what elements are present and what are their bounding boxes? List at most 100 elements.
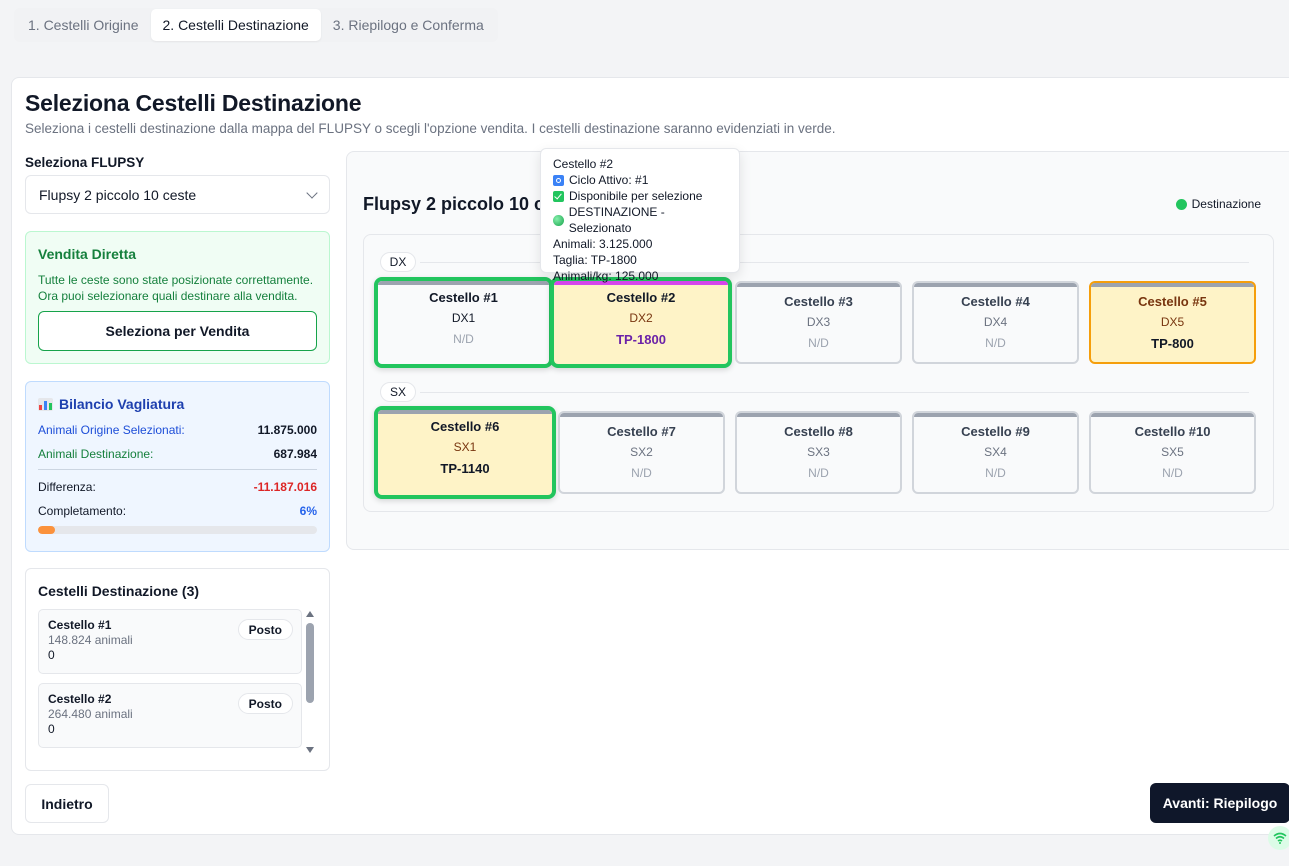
differenza-value: -11.187.016 — [253, 480, 317, 494]
basket-cestello-1[interactable]: Cestello #1 DX1 N/D — [374, 277, 553, 368]
basket-name: Cestello #7 — [607, 424, 676, 439]
seleziona-vendita-button[interactable]: Seleziona per Vendita — [38, 311, 317, 351]
flupsy-select[interactable]: Flupsy 2 piccolo 10 ceste — [25, 175, 330, 214]
tooltip-animali: Animali: 3.125.000 — [553, 237, 653, 251]
basket-cestello-8[interactable]: Cestello #8 SX3 N/D — [735, 411, 902, 494]
flupsy-map-panel: Flupsy 2 piccolo 10 ceste Destinazione D… — [346, 151, 1289, 550]
basket-size: N/D — [453, 332, 474, 346]
bilancio-row-destinazione: Animali Destinazione: 687.984 — [38, 447, 317, 461]
basket-size: N/D — [808, 466, 829, 480]
page-subtitle: Seleziona i cestelli destinazione dalla … — [25, 121, 836, 136]
vendita-title: Vendita Diretta — [38, 246, 137, 262]
basket-name: Cestello #4 — [961, 294, 1030, 309]
basket-position: DX5 — [1160, 315, 1185, 329]
basket-name: Cestello #9 — [961, 424, 1030, 439]
tooltip-ciclo: Ciclo Attivo: #1 — [569, 173, 649, 187]
basket-position: SX1 — [453, 440, 477, 454]
list-item: Cestello #1 148.824 animali 0 Posto — [38, 609, 302, 674]
basket-name: Cestello #1 — [429, 290, 498, 305]
destinazione-value: 687.984 — [273, 447, 317, 461]
basket-cestello-6[interactable]: Cestello #6 SX1 TP-1140 — [374, 406, 556, 499]
basket-cestello-4[interactable]: Cestello #4 DX4 N/D — [912, 281, 1079, 364]
legend-label: Destinazione — [1191, 197, 1261, 211]
status-badge: Posto — [237, 693, 293, 714]
page-title: Seleziona Cestelli Destinazione — [25, 90, 362, 116]
tab-riepilogo-conferma[interactable]: 3. Riepilogo e Conferma — [321, 9, 496, 41]
flupsy-select-value: Flupsy 2 piccolo 10 ceste — [39, 186, 197, 203]
step-tabs: 1. Cestelli Origine 2. Cestelli Destinaz… — [14, 8, 498, 42]
basket-size: TP-1140 — [440, 461, 490, 476]
basket-size: N/D — [985, 466, 1006, 480]
basket-name: Cestello #2 — [606, 290, 676, 305]
scrollbar[interactable] — [305, 609, 315, 755]
scrollbar-thumb[interactable] — [306, 623, 314, 703]
row-label-dx: DX — [380, 252, 416, 272]
tooltip-disponibile: Disponibile per selezione — [569, 189, 703, 203]
basket-size: N/D — [985, 336, 1006, 350]
basket-size: TP-1800 — [616, 332, 666, 347]
destinazione-label: Animali Destinazione: — [38, 447, 154, 461]
list-item: Cestello #2 264.480 animali 0 Posto — [38, 683, 302, 748]
vendita-text: Tutte le ceste sono state posizionate co… — [38, 273, 314, 303]
tooltip-row: Ciclo Attivo: #1 — [553, 172, 727, 188]
completamento-value: 6% — [299, 504, 317, 518]
basket-position: SX2 — [630, 445, 653, 459]
tooltip-animali-kg: Animali/kg: 125.000 — [553, 269, 659, 283]
cestelli-destinazione-list: Cestelli Destinazione (3) Cestello #1 14… — [25, 568, 330, 771]
back-button[interactable]: Indietro — [25, 784, 109, 823]
green-circle-icon — [553, 214, 564, 226]
bilancio-row-differenza: Differenza: -11.187.016 — [38, 480, 317, 494]
progress-fill — [38, 526, 55, 534]
basket-position: DX4 — [983, 315, 1008, 329]
scroll-up-arrow-icon[interactable] — [306, 611, 314, 617]
cycle-icon — [553, 174, 564, 186]
completamento-progress-bar — [38, 526, 317, 534]
basket-name: Cestello #6 — [430, 419, 500, 434]
origine-label: Animali Origine Selezionati: — [38, 423, 185, 437]
destlist-scroll-area[interactable]: Cestello #1 148.824 animali 0 Posto Cest… — [38, 609, 317, 755]
tooltip-row: Disponibile per selezione — [553, 188, 727, 204]
row-divider — [420, 392, 1249, 393]
dest-item-extra: 0 — [48, 722, 55, 736]
basket-cestello-5[interactable]: Cestello #5 DX5 TP-800 — [1089, 281, 1256, 364]
basket-size: N/D — [631, 466, 652, 480]
map-legend: Destinazione — [1175, 197, 1261, 211]
basket-cestello-3[interactable]: Cestello #3 DX3 N/D — [735, 281, 902, 364]
differenza-label: Differenza: — [38, 480, 96, 494]
basket-cestello-9[interactable]: Cestello #9 SX4 N/D — [912, 411, 1079, 494]
row-label-sx: SX — [380, 382, 416, 402]
status-badge: Posto — [237, 619, 293, 640]
basket-cestello-10[interactable]: Cestello #10 SX5 N/D — [1089, 411, 1256, 494]
bilancio-title: Bilancio Vagliatura — [59, 396, 185, 412]
basket-cestello-2[interactable]: Cestello #2 DX2 TP-1800 — [550, 277, 732, 368]
tab-cestelli-origine[interactable]: 1. Cestelli Origine — [16, 9, 151, 41]
divider — [38, 469, 317, 470]
destlist-title: Cestelli Destinazione (3) — [38, 583, 200, 599]
basket-size: TP-800 — [1151, 336, 1194, 351]
completamento-label: Completamento: — [38, 504, 127, 518]
scroll-down-arrow-icon[interactable] — [306, 747, 314, 753]
next-riepilogo-button[interactable]: Avanti: Riepilogo — [1150, 783, 1289, 823]
basket-grid: DX SX Cestello #1 DX1 N/D Cestello #2 DX… — [363, 234, 1274, 512]
bilancio-row-origine: Animali Origine Selezionati: 11.875.000 — [38, 423, 317, 437]
tooltip-destinazione: DESTINAZIONE - Selezionato — [568, 205, 665, 235]
vendita-diretta-panel: Vendita Diretta Tutte le ceste sono stat… — [25, 231, 330, 364]
chevron-down-icon — [306, 186, 318, 199]
bilancio-row-completamento: Completamento: 6% — [38, 504, 317, 518]
tooltip-title: Cestello #2 — [553, 157, 614, 171]
origine-value: 11.875.000 — [257, 423, 317, 437]
basket-name: Cestello #10 — [1134, 424, 1211, 439]
basket-position: SX5 — [1161, 445, 1184, 459]
basket-name: Cestello #5 — [1138, 294, 1207, 309]
basket-name: Cestello #3 — [784, 294, 853, 309]
tab-cestelli-destinazione[interactable]: 2. Cestelli Destinazione — [150, 9, 321, 41]
basket-size: N/D — [1162, 466, 1183, 480]
basket-position: DX2 — [629, 311, 653, 325]
basket-size: N/D — [808, 336, 829, 350]
check-icon — [553, 190, 564, 202]
basket-position: DX3 — [806, 315, 831, 329]
basket-cestello-7[interactable]: Cestello #7 SX2 N/D — [558, 411, 725, 494]
bar-chart-icon — [38, 397, 53, 411]
bilancio-heading: Bilancio Vagliatura — [38, 396, 317, 412]
bilancio-panel: Bilancio Vagliatura Animali Origine Sele… — [25, 381, 330, 552]
